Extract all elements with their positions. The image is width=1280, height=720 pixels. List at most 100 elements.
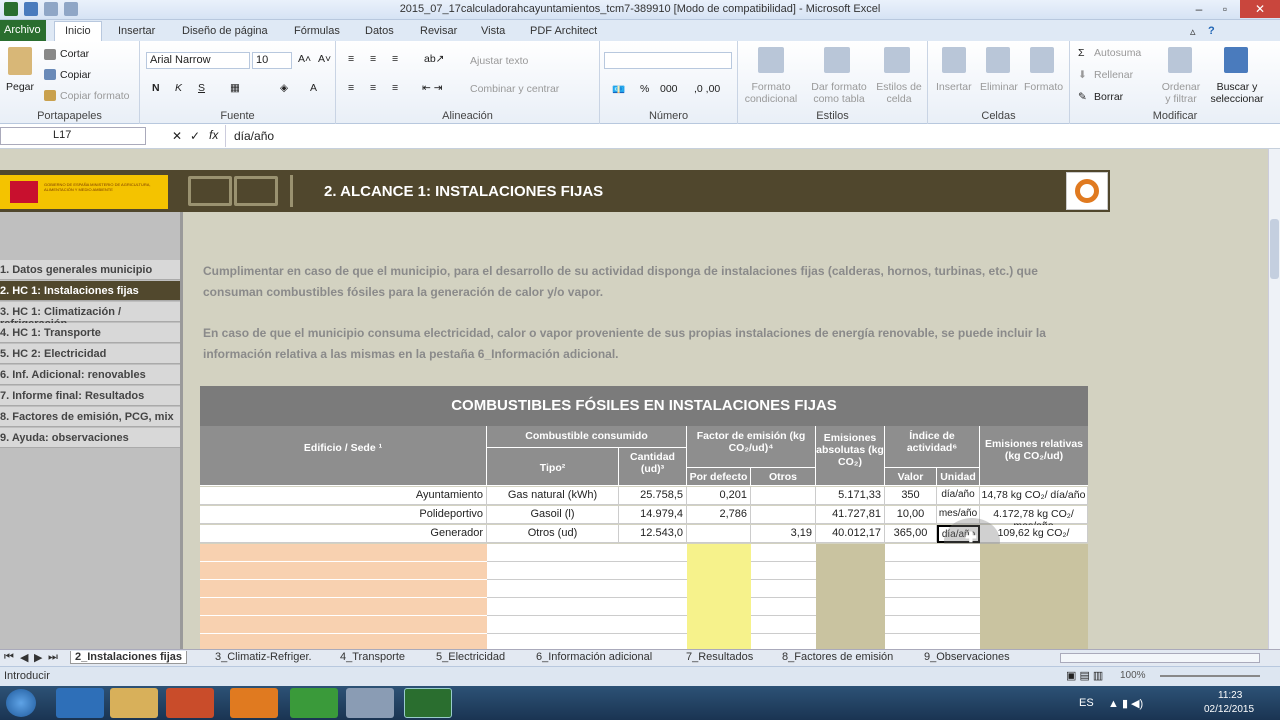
sheet-tab-observaciones[interactable]: 9_Observaciones (924, 651, 1010, 663)
zoom-slider[interactable] (1160, 675, 1260, 677)
decimals-icon[interactable]: ,0 ,00 (694, 83, 720, 95)
orientation-icon[interactable]: ab↗ (424, 53, 444, 65)
nav-item-renovables[interactable]: 6. Inf. Adicional: renovables (0, 365, 180, 385)
tray-icons[interactable]: ▲ ▮ ◀) (1108, 697, 1143, 710)
tab-archivo[interactable]: Archivo (0, 20, 46, 41)
sort-filter-icon[interactable] (1168, 47, 1192, 73)
align-right-icon[interactable]: ≡ (392, 82, 398, 94)
insert-cells-button[interactable]: Insertar (936, 81, 972, 93)
name-box[interactable]: L17 (0, 127, 146, 145)
fill-icon[interactable]: ⬇ (1078, 69, 1087, 81)
format-table-button[interactable]: Dar formato como tabla (808, 81, 870, 105)
forward-arrow-icon[interactable] (234, 176, 278, 206)
table-cell[interactable]: 10,00 (885, 506, 937, 524)
conditional-format-icon[interactable] (758, 47, 784, 73)
tab-vista[interactable]: Vista (475, 23, 511, 39)
back-arrow-icon[interactable] (188, 176, 232, 206)
bold-icon[interactable]: N (152, 82, 160, 94)
table-cell[interactable]: 12.543,0 (619, 525, 687, 543)
minimize-button[interactable]: – (1186, 0, 1212, 18)
conditional-format-button[interactable]: Formato condicional (740, 81, 802, 105)
nav-item-electricidad[interactable]: 5. HC 2: Electricidad (0, 344, 180, 364)
scroll-thumb[interactable] (1270, 219, 1279, 279)
align-center-icon[interactable]: ≡ (370, 82, 376, 94)
nav-item-ayuda[interactable]: 9. Ayuda: observaciones (0, 428, 180, 448)
table-cell[interactable]: Ayuntamiento (200, 487, 487, 505)
explorer-icon[interactable] (110, 688, 158, 718)
sort-filter-button[interactable]: Ordenar y filtrar (1158, 81, 1204, 105)
format-painter-button[interactable]: Copiar formato (60, 90, 129, 102)
font-name-select[interactable]: Arial Narrow (146, 52, 250, 69)
align-bottom-icon[interactable]: ≡ (392, 53, 398, 65)
clear-button[interactable]: Borrar (1094, 91, 1123, 103)
language-indicator[interactable]: ES (1079, 697, 1094, 709)
ie-icon[interactable] (56, 688, 104, 718)
zoom-level[interactable]: 100% (1120, 670, 1146, 681)
delete-cells-button[interactable]: Eliminar (980, 81, 1018, 93)
table-cell[interactable] (687, 525, 751, 543)
empty-input-column-combustible[interactable] (487, 544, 687, 649)
next-sheet-icon[interactable]: ▶ (34, 651, 42, 664)
underline-icon[interactable]: S (198, 82, 205, 94)
function-icon[interactable]: fx (209, 128, 218, 142)
copy-button[interactable]: Copiar (60, 69, 91, 81)
maximize-button[interactable]: ▫ (1212, 0, 1238, 18)
fill-color-icon[interactable]: ◈ (280, 82, 288, 94)
table-cell[interactable]: Generador (200, 525, 487, 543)
table-cell[interactable]: 14,78 kg CO₂/ día/año (980, 487, 1088, 505)
table-cell[interactable]: 365,00 (885, 525, 937, 543)
delete-cells-icon[interactable] (986, 47, 1010, 73)
clear-icon[interactable]: ✎ (1078, 91, 1087, 103)
sheet-tab-climatiz[interactable]: 3_Climatiz-Refriger. (215, 651, 312, 663)
table-cell[interactable]: Gas natural (kWh) (487, 487, 619, 505)
minimize-ribbon-icon[interactable]: ▵ (1184, 23, 1202, 40)
align-top-icon[interactable]: ≡ (348, 53, 354, 65)
close-button[interactable]: ✕ (1240, 0, 1280, 18)
find-icon[interactable] (1224, 47, 1248, 73)
nav-item-climatizacion[interactable]: 3. HC 1: Climatización / refrigeración (0, 302, 180, 330)
cell-styles-button[interactable]: Estilos de celda (874, 81, 924, 105)
horizontal-scrollbar[interactable] (1060, 653, 1260, 663)
cut-icon[interactable] (44, 49, 56, 60)
table-cell[interactable]: Otros (ud) (487, 525, 619, 543)
empty-input-column-edificio[interactable] (200, 544, 487, 649)
cell-styles-icon[interactable] (884, 47, 910, 73)
table-cell[interactable]: 350 (885, 487, 937, 505)
wrap-text-button[interactable]: Ajustar texto (470, 55, 528, 67)
nav-item-datos[interactable]: 1. Datos generales municipio (0, 260, 180, 280)
number-format-select[interactable] (604, 52, 732, 69)
enter-icon[interactable]: ✓ (190, 129, 200, 143)
table-cell[interactable]: 41.727,81 (816, 506, 885, 524)
table-cell[interactable]: 40.012,17 (816, 525, 885, 543)
clock-date[interactable]: 02/12/2015 (1204, 704, 1254, 715)
indent-icon[interactable]: ⇤ ⇥ (422, 82, 443, 94)
cancel-icon[interactable]: ✕ (172, 129, 182, 143)
table-cell[interactable] (751, 506, 816, 524)
vertical-scrollbar[interactable] (1268, 149, 1280, 649)
tab-revisar[interactable]: Revisar (414, 23, 463, 39)
currency-icon[interactable]: 💶 (612, 83, 625, 96)
table-cell[interactable]: 14.979,4 (619, 506, 687, 524)
table-cell[interactable]: Polideportivo (200, 506, 487, 524)
empty-input-column-defecto[interactable] (687, 544, 751, 649)
format-painter-icon[interactable] (44, 90, 56, 101)
find-select-button[interactable]: Buscar y seleccionar (1206, 81, 1268, 105)
grow-font-icon[interactable]: A˄ (298, 53, 311, 65)
clock-time[interactable]: 11:23 (1218, 690, 1242, 701)
merge-center-button[interactable]: Combinar y centrar (470, 83, 559, 95)
media-player-icon[interactable] (166, 688, 214, 718)
nav-item-factores[interactable]: 8. Factores de emisión, PCG, mix (0, 407, 180, 427)
formula-input[interactable]: día/año (225, 125, 1270, 147)
tab-insertar[interactable]: Insertar (112, 23, 161, 39)
italic-icon[interactable]: K (175, 82, 182, 94)
format-table-icon[interactable] (824, 47, 850, 73)
firefox-icon[interactable] (230, 688, 278, 718)
format-cells-icon[interactable] (1030, 47, 1054, 73)
copy-icon[interactable] (44, 69, 56, 80)
last-sheet-icon[interactable]: ⏭ (48, 651, 58, 664)
empty-input-column-indice[interactable] (885, 544, 980, 649)
normal-view-icon[interactable]: ▣ ▤ ▥ (1066, 669, 1103, 682)
paste-icon[interactable] (8, 47, 32, 75)
table-cell[interactable]: 25.758,5 (619, 487, 687, 505)
paste-button[interactable]: Pegar (6, 81, 34, 93)
